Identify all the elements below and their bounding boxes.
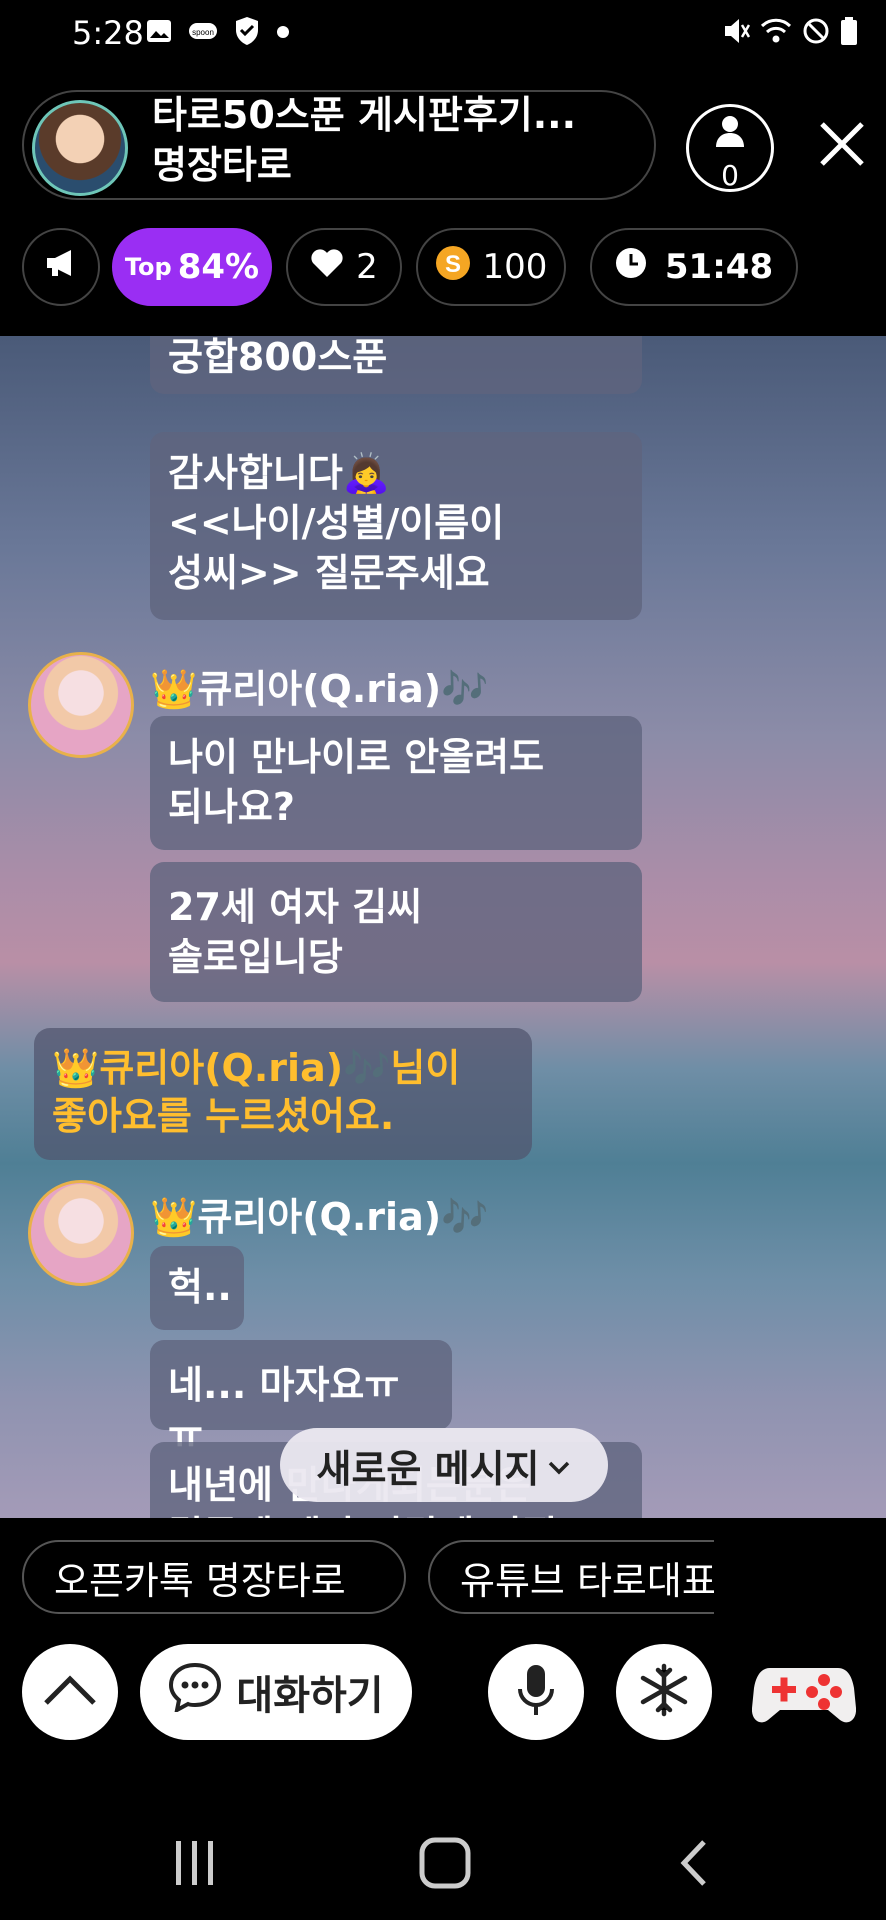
chip-clip: 유튜브 타로대표 — [428, 1540, 714, 1614]
chat-message: 궁합800스푼 — [150, 336, 642, 394]
quick-chip[interactable]: 유튜브 타로대표 — [428, 1540, 714, 1614]
notice-line: 👑큐리아(Q.ria)🎶님이 — [52, 1046, 461, 1090]
talk-button[interactable]: 대화하기 — [140, 1644, 412, 1740]
close-icon — [812, 122, 872, 178]
gamepad-icon — [751, 1668, 857, 1738]
top-rank-badge[interactable]: Top 84% — [112, 228, 272, 306]
heart-icon — [310, 247, 344, 287]
host-name[interactable]: 명장타로 — [152, 146, 292, 184]
chat-area[interactable]: 궁합800스푼 감사합니다🙇‍♀️ <<나이/성별/이름이 성씨>> 질문주세요… — [0, 336, 886, 1518]
like-count: 2 — [356, 247, 378, 287]
mute-icon — [722, 16, 751, 50]
message-line: 솔로입니당 — [168, 935, 343, 979]
like-notification: 👑큐리아(Q.ria)🎶님이 좋아요를 누르셨어요. — [34, 1028, 532, 1160]
message-text: 헉.. — [168, 1265, 232, 1309]
listener-count-button[interactable]: 0 — [686, 104, 774, 192]
avatar[interactable] — [28, 1180, 134, 1286]
new-message-label: 새로운 메시지 — [316, 1446, 540, 1491]
room-title[interactable]: 타로50스푼 게시판후기... — [152, 96, 576, 134]
message-line: 결국에 제가 사랑에 빠질 — [168, 1510, 624, 1518]
spoon-count: 100 — [482, 247, 548, 287]
like-count-pill[interactable]: 2 — [286, 228, 402, 306]
shield-icon — [234, 16, 260, 50]
svg-text:spoon: spoon — [192, 28, 214, 37]
back-button[interactable] — [676, 1838, 712, 1892]
chat-message: 헉.. — [150, 1246, 244, 1330]
announce-button[interactable] — [22, 228, 100, 306]
chip-label: 유튜브 타로대표 — [460, 1558, 714, 1603]
broadcast-timer: 51:48 — [664, 247, 774, 287]
chevron-down-icon — [546, 1443, 572, 1487]
spoon-icon: spoon — [188, 19, 218, 47]
megaphone-icon — [44, 247, 78, 287]
message-line: <<나이/성별/이름이 — [168, 501, 505, 545]
app-screen: 5:28 spoon 타로50스푼 게시판후기... 명장타로 0 Top 84… — [0, 0, 886, 1920]
chevron-up-icon — [42, 1673, 98, 1711]
mic-button[interactable] — [488, 1644, 584, 1740]
listener-count: 0 — [721, 159, 739, 192]
message-text: 궁합800스푼 — [168, 336, 388, 379]
top-label: Top — [124, 253, 172, 281]
wifi-icon — [760, 16, 792, 50]
spoon-count-pill[interactable]: S 100 — [416, 228, 566, 306]
chat-message: 나이 만나이로 안올려도 되나요? — [150, 716, 642, 850]
block-icon — [802, 16, 830, 50]
freeze-button[interactable] — [616, 1644, 712, 1740]
snowflake-icon — [636, 1662, 692, 1722]
spoon-coin-icon: S — [435, 245, 471, 290]
status-time: 5:28 — [72, 14, 144, 52]
microphone-icon — [516, 1663, 556, 1721]
image-icon — [146, 19, 172, 47]
message-line: 되나요? — [168, 785, 295, 829]
host-avatar[interactable] — [32, 100, 128, 196]
talk-label: 대화하기 — [236, 1673, 384, 1719]
message-line: 성씨>> 질문주세요 — [168, 551, 490, 595]
chat-bubble-icon — [168, 1662, 222, 1722]
timer-pill: 51:48 — [590, 228, 798, 306]
username[interactable]: 👑큐리아(Q.ria)🎶 — [150, 658, 488, 713]
top-percent: 84% — [177, 247, 260, 287]
battery-icon — [840, 16, 858, 50]
expand-button[interactable] — [22, 1644, 118, 1740]
message-line: 나이 만나이로 안올려도 — [168, 735, 545, 779]
svg-text:S: S — [445, 251, 461, 278]
home-button[interactable] — [418, 1836, 472, 1894]
message-line: 감사합니다🙇‍♀️ — [168, 451, 391, 495]
avatar[interactable] — [28, 652, 134, 758]
recent-apps-button[interactable] — [170, 1838, 220, 1892]
chat-message: 네... 마자요ㅠㅠ — [150, 1340, 452, 1457]
message-line: 27세 여자 김씨 — [168, 885, 423, 929]
username[interactable]: 👑큐리아(Q.ria)🎶 — [150, 1186, 488, 1241]
system-nav-bar — [0, 1800, 886, 1920]
close-button[interactable] — [812, 114, 872, 174]
clock-icon — [615, 247, 647, 288]
dot-icon — [276, 24, 290, 43]
chat-message: 감사합니다🙇‍♀️ <<나이/성별/이름이 성씨>> 질문주세요 — [150, 432, 642, 620]
status-bar: 5:28 spoon — [0, 0, 886, 66]
notice-line: 좋아요를 누르셨어요. — [52, 1094, 395, 1138]
person-icon — [715, 115, 745, 153]
new-message-button[interactable]: 새로운 메시지 — [280, 1428, 608, 1502]
chip-label: 오픈카톡 명장타로 — [54, 1558, 346, 1603]
game-button[interactable] — [751, 1650, 857, 1734]
chat-message: 27세 여자 김씨 솔로입니당 — [150, 862, 642, 1002]
quick-chip[interactable]: 오픈카톡 명장타로 — [22, 1540, 406, 1614]
